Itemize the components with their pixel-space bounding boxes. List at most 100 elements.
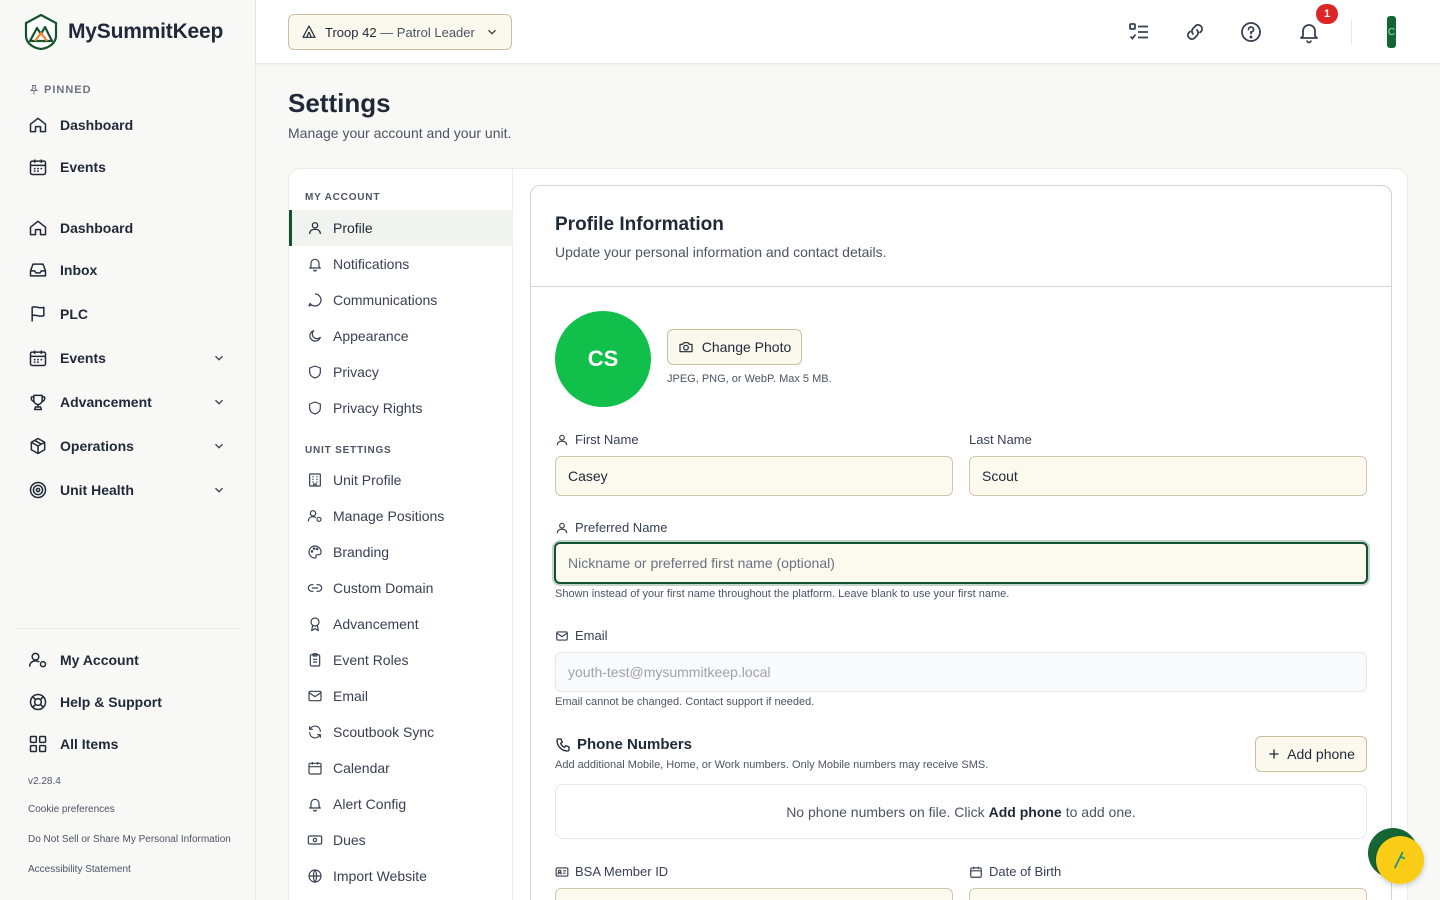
sidebar-item-unit-health[interactable]: Unit Health	[16, 472, 240, 508]
first-name-input[interactable]	[555, 456, 953, 496]
building-icon	[309, 473, 321, 487]
sidebar-item-dashboard[interactable]: Dashboard	[16, 210, 240, 246]
user-icon	[556, 522, 568, 533]
profile-avatar: CS	[555, 311, 651, 407]
tab-privacy[interactable]: Privacy	[289, 354, 513, 390]
moon-icon	[309, 330, 321, 342]
chevron-down-icon[interactable]	[212, 439, 226, 453]
mail-icon	[308, 690, 322, 702]
user-cog-icon	[307, 510, 322, 522]
trophy-icon	[30, 394, 46, 411]
sidebar-divider	[16, 628, 240, 629]
tab-custom-domain[interactable]: Custom Domain	[289, 570, 513, 606]
sidebar-item-events[interactable]: Events	[16, 340, 240, 376]
tab-profile[interactable]: Profile	[289, 210, 513, 246]
link-icon[interactable]	[1183, 20, 1207, 44]
lifebuoy-icon	[29, 693, 47, 711]
preferred-name-label: Preferred Name	[555, 520, 667, 535]
shield-icon	[309, 401, 321, 415]
tab-event-roles[interactable]: Event Roles	[289, 642, 513, 678]
tab-scoutbook-sync[interactable]: Scoutbook Sync	[289, 714, 513, 750]
test-tools-fab[interactable]	[1376, 836, 1424, 884]
target-icon	[29, 481, 47, 499]
brand[interactable]: MySummitKeep	[24, 14, 223, 50]
member-id-input[interactable]	[555, 888, 953, 900]
sidebar-item-inbox[interactable]: Inbox	[16, 252, 240, 288]
bell-icon[interactable]	[1297, 20, 1321, 44]
bell-icon	[309, 258, 321, 272]
last-name-label: Last Name	[969, 432, 1032, 447]
sidebar-item-help-support[interactable]: Help & Support	[16, 684, 240, 720]
tab-appearance[interactable]: Appearance	[289, 318, 513, 354]
sidebar-pinned-dashboard[interactable]: Dashboard	[16, 107, 240, 143]
chevron-down-icon[interactable]	[212, 395, 226, 409]
add-phone-button[interactable]: Add phone	[1255, 736, 1367, 772]
dob-input[interactable]	[969, 888, 1367, 900]
user-avatar[interactable]: C	[1387, 16, 1396, 48]
tab-communications[interactable]: Communications	[289, 282, 513, 318]
brand-name: MySummitKeep	[68, 20, 224, 43]
topbar-separator	[1351, 20, 1352, 44]
sidebar-item-my-account[interactable]: My Account	[16, 642, 240, 678]
email-field	[555, 652, 1367, 692]
sidebar-item-advancement[interactable]: Advancement	[16, 384, 240, 420]
unit-switcher[interactable]: Troop 42 — Patrol Leader	[288, 14, 512, 50]
cookie-preferences-link[interactable]: Cookie preferences	[28, 804, 115, 815]
tab-branding[interactable]: Branding	[289, 534, 513, 570]
sidebar-item-plc[interactable]: PLC	[16, 296, 240, 332]
banknote-icon	[307, 835, 323, 845]
chevron-down-icon[interactable]	[212, 483, 226, 497]
bell-icon	[309, 798, 321, 812]
calendar-icon	[29, 350, 47, 367]
award-icon	[310, 617, 320, 632]
accessibility-link[interactable]: Accessibility Statement	[28, 864, 131, 875]
box-icon	[30, 437, 46, 455]
grid-icon	[29, 735, 47, 753]
tab-import-website[interactable]: Import Website	[289, 858, 513, 894]
last-name-input[interactable]	[969, 456, 1367, 496]
card-divider	[531, 286, 1391, 287]
user-icon	[309, 222, 321, 235]
calendar-icon	[308, 762, 322, 775]
photo-hint: JPEG, PNG, or WebP. Max 5 MB.	[667, 373, 832, 385]
tab-dues[interactable]: Dues	[289, 822, 513, 858]
palette-icon	[308, 545, 322, 559]
top-bar: Troop 42 — Patrol Leader 1 C	[256, 0, 1440, 64]
user-gear-icon	[28, 652, 47, 668]
card-subtitle: Update your personal information and con…	[555, 244, 887, 260]
tab-calendar[interactable]: Calendar	[289, 750, 513, 786]
tab-alert-config[interactable]: Alert Config	[289, 786, 513, 822]
do-not-sell-link[interactable]: Do Not Sell or Share My Personal Informa…	[28, 834, 231, 845]
tab-unit-profile[interactable]: Unit Profile	[289, 462, 513, 498]
settings-panel: MY ACCOUNT Profile Notifications Communi…	[288, 168, 1408, 900]
home-icon	[29, 220, 47, 236]
settings-subnav: MY ACCOUNT Profile Notifications Communi…	[289, 169, 513, 900]
id-card-icon	[555, 866, 569, 877]
mountain-logo-icon	[24, 14, 58, 50]
sidebar-item-all-items[interactable]: All Items	[16, 726, 240, 762]
tab-manage-positions[interactable]: Manage Positions	[289, 498, 513, 534]
link-icon	[307, 584, 323, 592]
help-circle-icon[interactable]	[1239, 20, 1263, 44]
tab-privacy-rights[interactable]: Privacy Rights	[289, 390, 513, 426]
tab-advancement[interactable]: Advancement	[289, 606, 513, 642]
shield-icon	[309, 365, 321, 379]
email-help: Email cannot be changed. Contact support…	[555, 696, 815, 708]
tab-notifications[interactable]: Notifications	[289, 246, 513, 282]
globe-icon	[308, 869, 322, 883]
preferred-name-help: Shown instead of your first name through…	[555, 588, 1010, 600]
unit-switcher-label: Troop 42 — Patrol Leader	[325, 24, 475, 40]
mail-icon	[556, 630, 568, 641]
user-icon	[556, 434, 568, 445]
tab-email[interactable]: Email	[289, 678, 513, 714]
phone-numbers-subtitle: Add additional Mobile, Home, or Work num…	[555, 759, 989, 771]
home-icon	[29, 117, 47, 133]
sidebar-item-operations[interactable]: Operations	[16, 428, 240, 464]
sidebar-pinned-events[interactable]: Events	[16, 149, 240, 185]
chevron-down-icon[interactable]	[212, 351, 226, 365]
plus-icon	[1269, 749, 1279, 759]
preferred-name-input[interactable]	[554, 542, 1368, 584]
change-photo-button[interactable]: Change Photo	[667, 329, 802, 365]
checklist-icon[interactable]	[1127, 20, 1151, 44]
refresh-icon	[309, 725, 321, 739]
